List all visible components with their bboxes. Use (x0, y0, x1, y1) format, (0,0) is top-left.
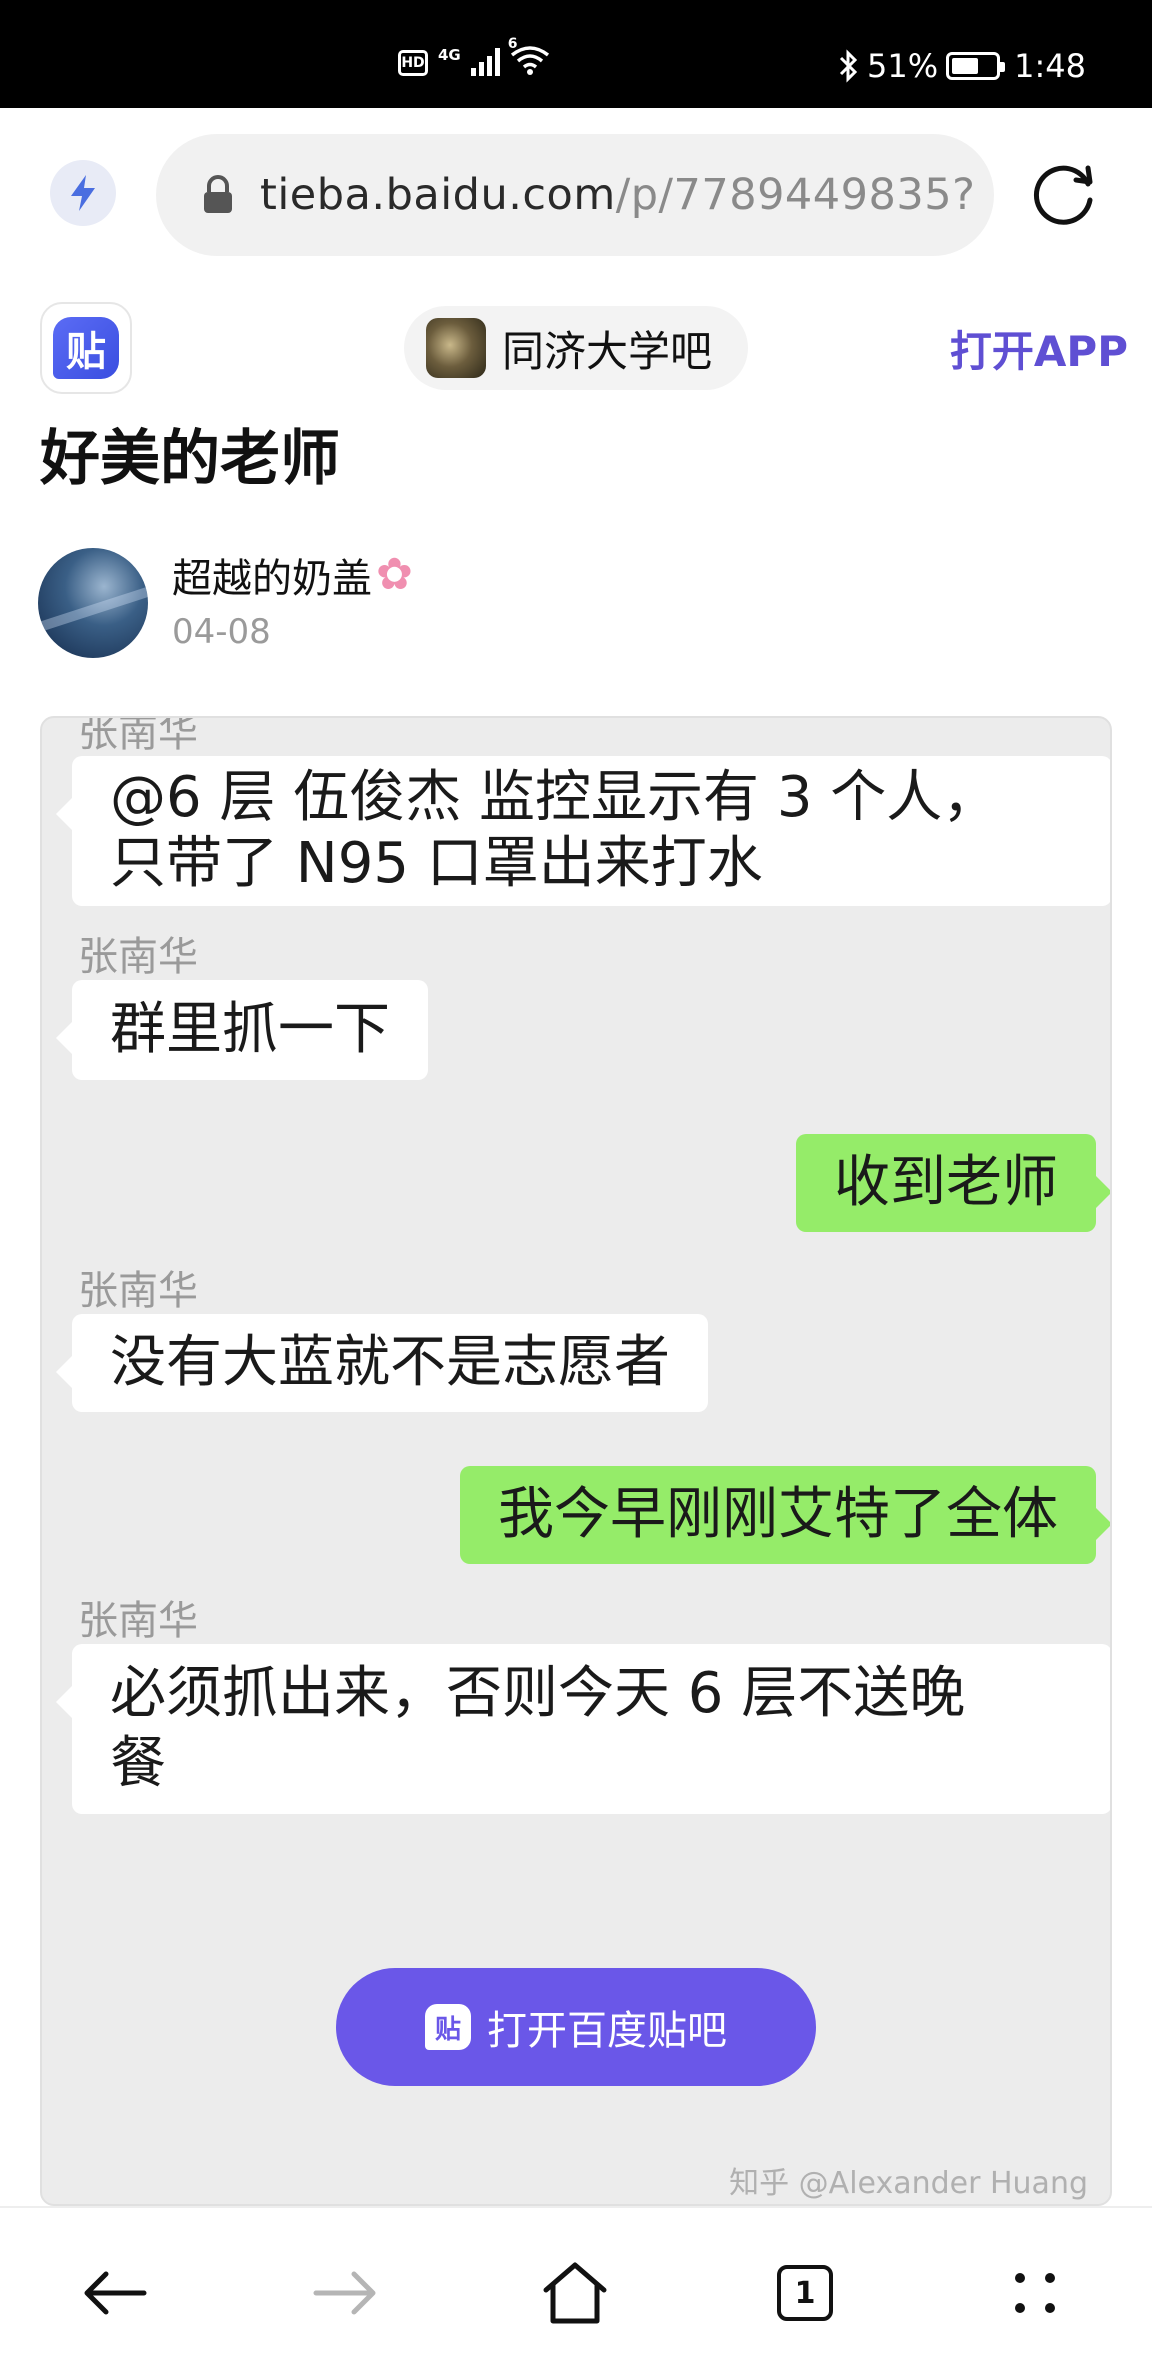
bluetooth-icon (839, 49, 858, 83)
sender-name: 张南华 (78, 1268, 198, 1314)
quick-action-button[interactable] (50, 160, 116, 226)
status-left-group: HD 4G 6 (398, 36, 550, 76)
tab-count: 1 (777, 2265, 833, 2321)
chat-bubble-left: 没有大蓝就不是志愿者 (56, 1314, 708, 1412)
open-tieba-label: 打开百度贴吧 (487, 2008, 727, 2054)
forum-name: 同济大学吧 (502, 326, 713, 376)
message-text: 群里抓一下 (110, 997, 390, 1062)
forward-button[interactable] (300, 2248, 390, 2338)
message-line: 只带了 N95 口罩出来打水 (110, 831, 763, 896)
menu-button[interactable] (990, 2248, 1080, 2338)
message-line: 餐 (110, 1731, 166, 1796)
sender-name: 张南华 (78, 716, 198, 756)
more-dots-icon (1015, 2273, 1055, 2313)
message-line: @6 层 伍俊杰 监控显示有 3 个人， (110, 765, 999, 830)
status-bar: HD 4G 6 51% 1:48 (0, 0, 1152, 108)
hd-voice-icon: HD (398, 50, 428, 76)
arrow-right-icon (313, 2271, 376, 2315)
wifi-icon: 6 (508, 36, 550, 76)
home-icon (543, 2262, 607, 2324)
chat-bubble-right: 收到老师 (796, 1134, 1110, 1232)
forum-thumbnail (426, 318, 486, 378)
bottom-navigation: 1 (0, 2206, 1152, 2376)
message-text: 我今早刚刚艾特了全体 (498, 1482, 1058, 1547)
author-name-text: 超越的奶盖 (172, 556, 372, 602)
message-text: 收到老师 (834, 1150, 1058, 1215)
post-date: 04-08 (172, 612, 271, 652)
chat-bubble-left: @6 层 伍俊杰 监控显示有 3 个人， 只带了 N95 口罩出来打水 (56, 756, 1110, 906)
message-line: 必须抓出来，否则今天 6 层不送晚 (110, 1661, 966, 1726)
wifi-6-badge: 6 (507, 36, 518, 52)
battery-percent: 51% (867, 47, 939, 85)
chat-bubble-right: 我今早刚刚艾特了全体 (460, 1466, 1110, 1564)
lock-icon (204, 175, 232, 213)
sender-name: 张南华 (78, 934, 198, 980)
lightning-icon (71, 175, 95, 211)
tieba-logo[interactable]: 贴 (40, 302, 132, 394)
url-text: tieba.baidu.com/p/7789449835? (260, 170, 975, 220)
battery-icon (946, 52, 1006, 80)
reload-icon[interactable] (1028, 156, 1102, 230)
open-app-link[interactable]: 打开APP (950, 318, 1128, 379)
message-text: 没有大蓝就不是志愿者 (110, 1330, 670, 1395)
tabs-button[interactable]: 1 (760, 2248, 850, 2338)
url-field[interactable]: tieba.baidu.com/p/7789449835? (156, 134, 994, 256)
watermark: 知乎 @Alexander Huang (729, 2166, 1088, 2201)
home-button[interactable] (530, 2248, 620, 2338)
url-host: tieba.baidu.com (260, 170, 616, 220)
avatar[interactable] (38, 548, 148, 658)
author-name[interactable]: 超越的奶盖 ✿ (172, 546, 413, 604)
forum-chip[interactable]: 同济大学吧 (404, 306, 748, 390)
arrow-left-icon (84, 2271, 147, 2315)
tieba-icon: 贴 (425, 2004, 471, 2050)
chat-bubble-left: 群里抓一下 (56, 980, 428, 1080)
clock: 1:48 (1014, 47, 1086, 85)
network-type: 4G (438, 46, 461, 64)
open-tieba-button[interactable]: 贴 打开百度贴吧 (336, 1968, 816, 2086)
cherry-blossom-icon: ✿ (376, 549, 413, 600)
post-title: 好美的老师 (40, 424, 340, 494)
url-path: /p/7789449835? (615, 170, 976, 220)
address-bar-row: tieba.baidu.com/p/7789449835? (0, 108, 1152, 278)
tieba-logo-glyph: 贴 (53, 317, 119, 379)
back-button[interactable] (70, 2248, 160, 2338)
signal-icon (470, 48, 500, 76)
sender-name: 张南华 (78, 1598, 198, 1644)
chat-bubble-left: 必须抓出来，否则今天 6 层不送晚 餐 (56, 1644, 1110, 1814)
status-right-group: 51% 1:48 (837, 46, 1086, 86)
